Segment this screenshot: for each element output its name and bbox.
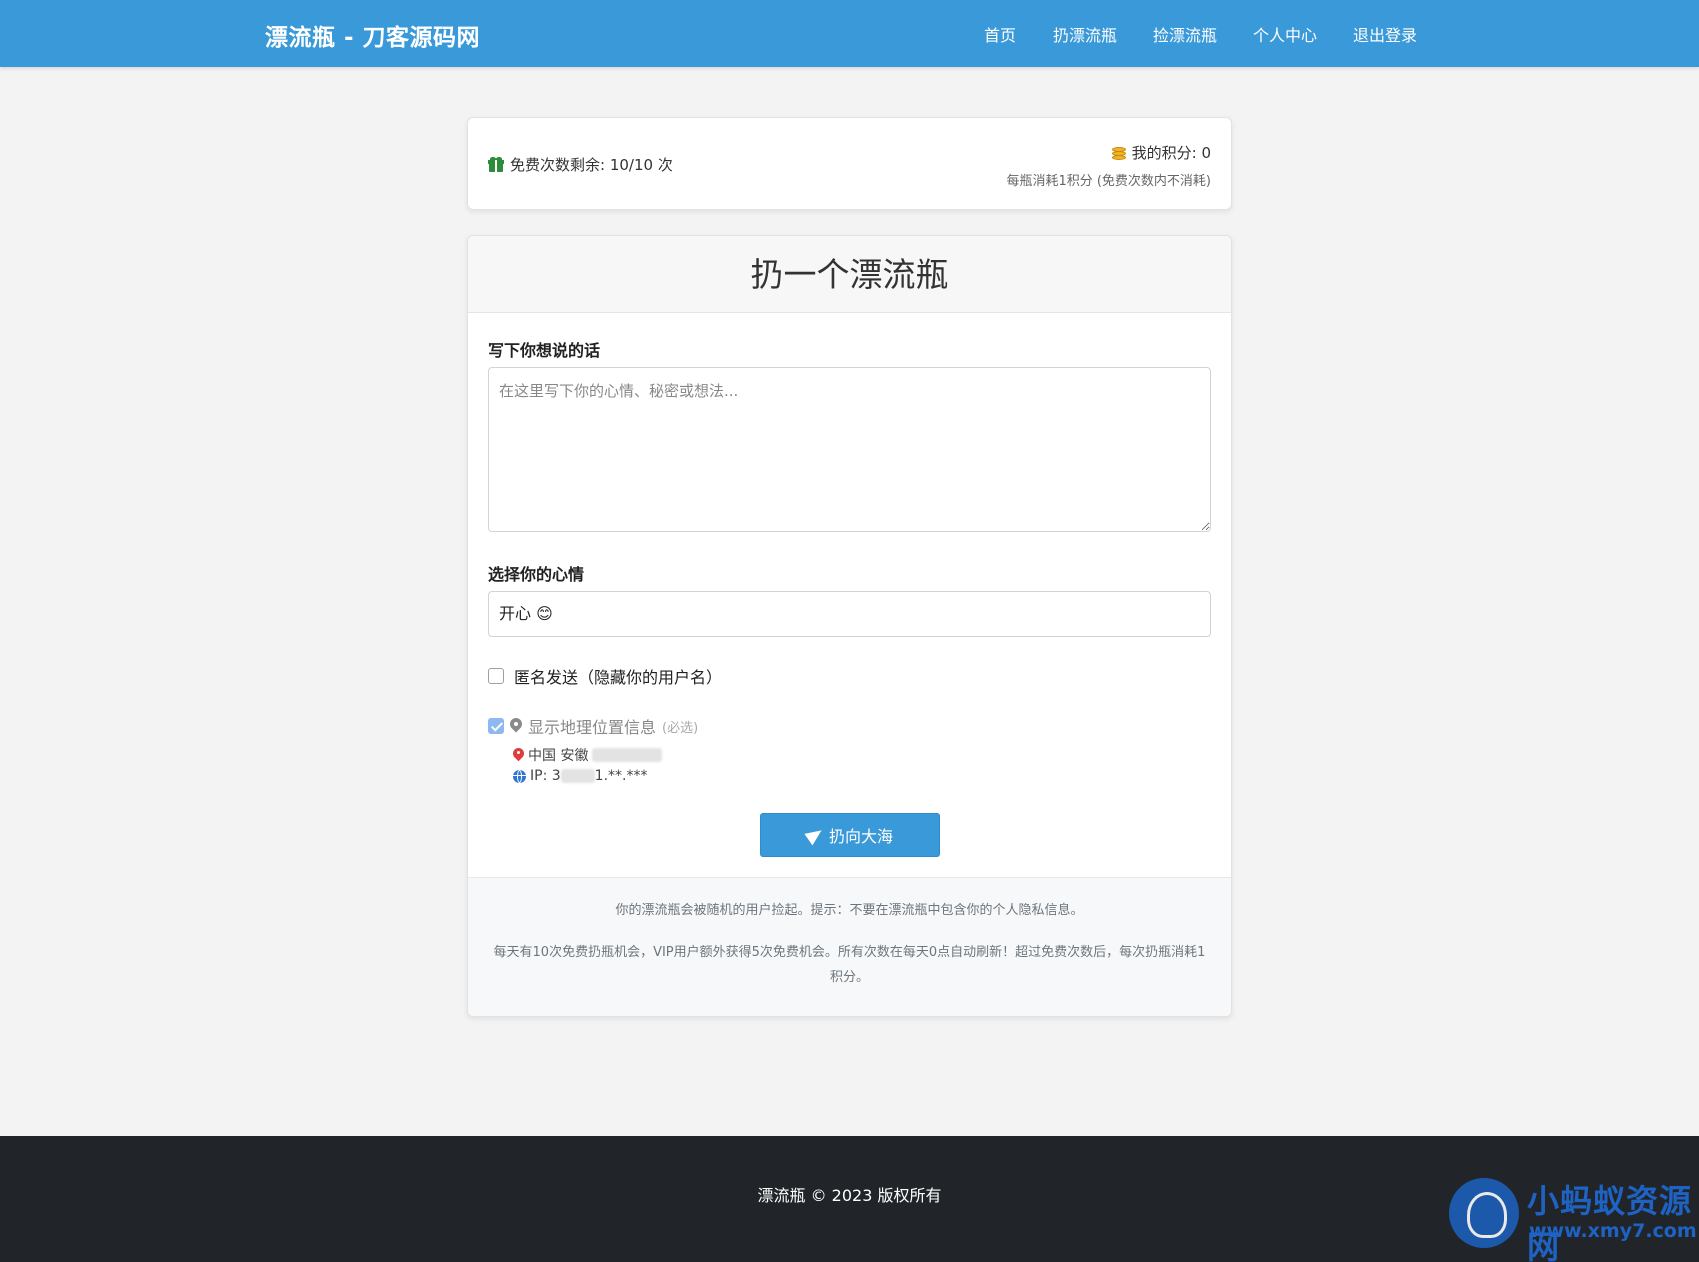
watermark: 小蚂蚁资源网 www.xmy7.com (1439, 1170, 1699, 1262)
mood-select[interactable]: 开心 😊 (488, 591, 1211, 637)
location-checkbox[interactable] (488, 718, 504, 734)
throw-bottle-card: 扔一个漂流瓶 写下你想说的话 选择你的心情 开心 😊 匿名发送（隐藏你的用户名）… (467, 235, 1232, 1017)
card-header: 扔一个漂流瓶 (468, 236, 1231, 313)
location-detail: 中国 安徽 (513, 745, 663, 765)
points-note: 每瓶消耗1积分 (免费次数内不消耗) (1006, 174, 1211, 189)
anonymous-row[interactable]: 匿名发送（隐藏你的用户名） (488, 664, 722, 688)
watermark-title: 小蚂蚁资源网 (1527, 1182, 1693, 1262)
anonymous-label: 匿名发送（隐藏你的用户名） (514, 668, 723, 687)
redacted-location (592, 748, 663, 762)
privacy-tip: 你的漂流瓶会被随机的用户捡起。提示：不要在漂流瓶中包含你的个人隐私信息。 (615, 903, 1084, 918)
location-value: 中国 安徽 (528, 748, 589, 764)
globe-icon (513, 769, 526, 783)
message-label: 写下你想说的话 (488, 341, 601, 360)
ip-suffix: 1.**.*** (594, 768, 648, 784)
watermark-url: www.xmy7.com (1529, 1220, 1697, 1242)
location-label: 显示地理位置信息 (528, 718, 657, 737)
map-marker-icon (510, 718, 522, 734)
location-row: 显示地理位置信息 (必选) (488, 714, 698, 738)
nav-home[interactable]: 首页 (984, 22, 1016, 46)
points-text: 我的积分: 0 (1131, 144, 1211, 162)
top-navbar: 漂流瓶 - 刀客源码网 首页 扔漂流瓶 捡漂流瓶 个人中心 退出登录 (0, 0, 1699, 67)
location-optional-note: (必选) (662, 720, 699, 736)
rules-text: 每天有10次免费扔瓶机会，VIP用户额外获得5次免费机会。所有次数在每天0点自动… (493, 945, 1206, 985)
mood-label: 选择你的心情 (488, 565, 585, 584)
ip-prefix: IP: 3 (530, 768, 561, 784)
anonymous-checkbox[interactable] (488, 668, 504, 684)
location-pin-icon (513, 748, 524, 762)
throw-button-label: 扔向大海 (828, 829, 893, 846)
ant-logo-icon (1449, 1178, 1519, 1248)
site-brand[interactable]: 漂流瓶 - 刀客源码网 (265, 18, 480, 52)
nav-throw-bottle[interactable]: 扔漂流瓶 (1053, 22, 1117, 46)
stats-card: 免费次数剩余: 10/10 次 我的积分: 0 每瓶消耗1积分 (免费次数内不消… (467, 117, 1232, 210)
gift-icon (488, 157, 504, 172)
free-count-row: 免费次数剩余: 10/10 次 (488, 154, 673, 175)
page-title: 扔一个漂流瓶 (750, 255, 949, 294)
message-textarea[interactable] (488, 367, 1211, 532)
coins-icon (1110, 145, 1128, 161)
free-count-text: 免费次数剩余: 10/10 次 (510, 156, 673, 174)
throw-button[interactable]: 扔向大海 (760, 813, 940, 857)
redacted-ip (560, 769, 595, 783)
ip-detail: IP: 3 1.**.*** (513, 768, 647, 784)
paper-plane-icon (804, 824, 826, 846)
nav-logout[interactable]: 退出登录 (1353, 22, 1417, 46)
nav-pick-bottle[interactable]: 捡漂流瓶 (1153, 22, 1217, 46)
card-footer: 你的漂流瓶会被随机的用户捡起。提示：不要在漂流瓶中包含你的个人隐私信息。 每天有… (468, 877, 1231, 1016)
points-row: 我的积分: 0 (1110, 142, 1211, 163)
nav-profile[interactable]: 个人中心 (1253, 22, 1317, 46)
